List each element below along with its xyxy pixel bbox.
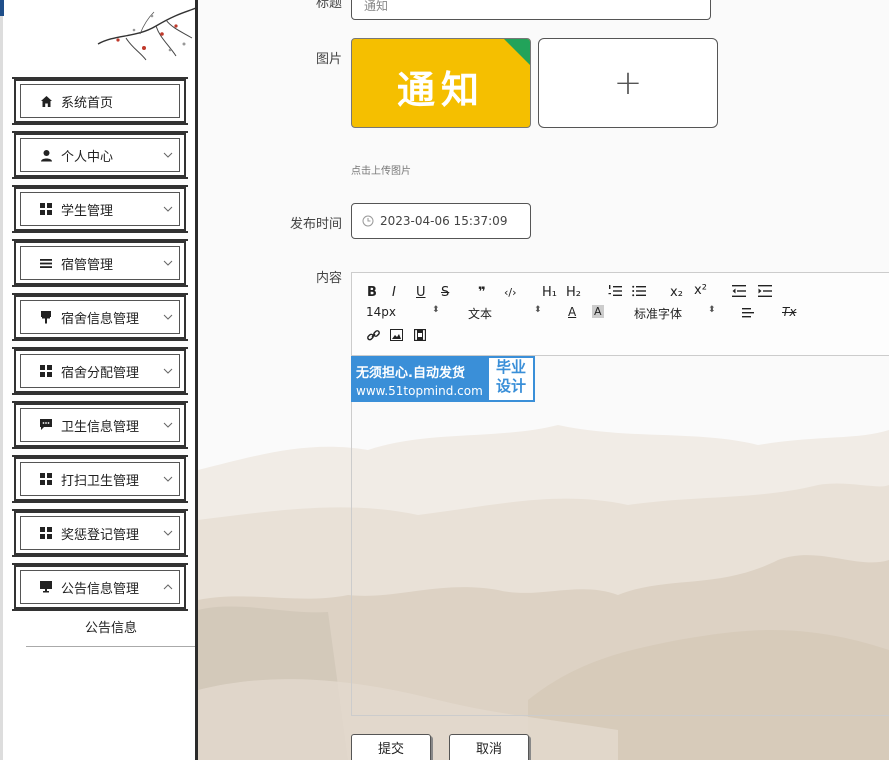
background-color-icon[interactable]: A <box>592 305 604 318</box>
window-edge <box>0 16 3 760</box>
chevron-down-icon <box>163 204 173 214</box>
main-content: 标题 通知 图片 通知 + 点击上传图片 发布时间 2023-04-06 15:… <box>198 0 889 760</box>
text-style-select[interactable]: 文本 <box>468 305 492 322</box>
thumbnail-text: 通知 <box>396 67 485 112</box>
submenu-item-announcement-info[interactable]: 公告信息 <box>26 612 196 647</box>
publish-time-picker[interactable]: 2023-04-06 15:37:09 <box>351 203 531 239</box>
thumbnail-corner-badge <box>504 39 530 65</box>
grid-icon <box>39 526 53 540</box>
banner-badge-line1: 毕业 <box>495 358 526 376</box>
uploaded-image-thumbnail[interactable]: 通知 <box>351 38 531 128</box>
clear-format-button[interactable]: Tx <box>782 305 796 319</box>
image-upload-button[interactable]: + <box>538 38 718 128</box>
sidebar-item-dorm-info[interactable]: 宿舍信息管理 <box>12 293 188 341</box>
sidebar-item-cleaning[interactable]: 打扫卫生管理 <box>12 455 188 503</box>
sidebar-item-label: 奖惩登记管理 <box>61 527 140 543</box>
home-icon <box>39 94 53 108</box>
sidebar: 系统首页 个人中心 学生管理 宿管管理 宿舍信息管理 宿舍分配管理 卫生信息管理… <box>4 0 196 760</box>
bullet-list-icon[interactable] <box>632 285 646 301</box>
chat-icon <box>39 418 53 432</box>
indent-icon[interactable] <box>758 285 772 301</box>
chevron-down-icon <box>163 420 173 430</box>
sidebar-item-dorm-managers[interactable]: 宿管管理 <box>12 239 188 287</box>
grid-icon <box>39 472 53 486</box>
title-label: 标题 <box>315 0 342 11</box>
sidebar-item-label: 宿管管理 <box>61 257 114 273</box>
publish-time-label: 发布时间 <box>289 217 342 232</box>
sidebar-item-label: 卫生信息管理 <box>61 419 140 435</box>
font-color-icon[interactable]: A <box>568 305 576 319</box>
sidebar-item-home[interactable]: 系统首页 <box>12 77 188 125</box>
sidebar-item-personal[interactable]: 个人中心 <box>12 131 188 179</box>
upload-hint: 点击上传图片 <box>351 166 411 177</box>
outdent-icon[interactable] <box>732 285 746 301</box>
sidebar-item-label: 打扫卫生管理 <box>61 473 140 489</box>
sidebar-item-label: 学生管理 <box>61 203 114 219</box>
image-label: 图片 <box>315 52 342 67</box>
font-size-select[interactable]: 14px <box>366 305 396 319</box>
editor-toolbar: B I U S ❞ ‹/› H₁ H₂ x₂ x² 14px ⬍ 文本 ⬍ A … <box>352 273 889 356</box>
sidebar-item-students[interactable]: 学生管理 <box>12 185 188 233</box>
superscript-button[interactable]: x² <box>694 283 707 298</box>
grid-icon <box>39 202 53 216</box>
sidebar-item-label: 公告信息管理 <box>61 581 140 597</box>
brush-icon <box>39 310 53 324</box>
blockquote-button[interactable]: ❞ <box>478 285 486 300</box>
chevron-down-icon <box>163 474 173 484</box>
subscript-button[interactable]: x₂ <box>670 285 683 300</box>
bold-button[interactable]: B <box>367 285 377 300</box>
link-icon[interactable] <box>367 329 380 346</box>
chevron-down-icon <box>163 366 173 376</box>
strike-button[interactable]: S <box>441 285 449 300</box>
ordered-list-icon[interactable] <box>608 285 622 301</box>
banner-badge: 毕业 设计 <box>489 358 533 400</box>
code-block-button[interactable]: ‹/› <box>504 286 517 299</box>
banner-line1: 无须担心.自动发货 <box>356 366 465 381</box>
chevron-down-icon <box>163 258 173 268</box>
list-icon <box>39 256 53 270</box>
italic-button[interactable]: I <box>392 285 396 300</box>
select-arrows-icon: ⬍ <box>432 305 440 315</box>
cancel-button[interactable]: 取消 <box>449 734 529 760</box>
monitor-icon <box>39 580 53 594</box>
sidebar-item-rewards[interactable]: 奖惩登记管理 <box>12 509 188 557</box>
sidebar-item-hygiene-info[interactable]: 卫生信息管理 <box>12 401 188 449</box>
chevron-down-icon <box>163 150 173 160</box>
banner-badge-line2: 设计 <box>495 377 526 395</box>
publish-time-value: 2023-04-06 15:37:09 <box>380 214 508 228</box>
submit-button[interactable]: 提交 <box>351 734 431 760</box>
plus-icon: + <box>613 63 643 103</box>
underline-button[interactable]: U <box>416 285 426 300</box>
select-arrows-icon: ⬍ <box>534 305 542 315</box>
clock-icon <box>362 215 374 227</box>
banner-line2: www.51topmind.com <box>356 384 483 398</box>
sidebar-item-dorm-allocation[interactable]: 宿舍分配管理 <box>12 347 188 395</box>
grid-icon <box>39 364 53 378</box>
user-icon <box>39 148 53 162</box>
chevron-up-icon <box>163 582 173 592</box>
h2-button[interactable]: H₂ <box>566 285 581 300</box>
rich-text-editor: B I U S ❞ ‹/› H₁ H₂ x₂ x² 14px ⬍ 文本 ⬍ A … <box>351 272 889 716</box>
chevron-down-icon <box>163 528 173 538</box>
content-label: 内容 <box>315 271 342 286</box>
chevron-down-icon <box>163 312 173 322</box>
video-insert-icon[interactable] <box>413 328 427 345</box>
sidebar-item-label: 宿舍分配管理 <box>61 365 140 381</box>
align-icon[interactable] <box>742 307 754 322</box>
h1-button[interactable]: H₁ <box>542 285 557 300</box>
plum-branch-decoration <box>97 7 196 61</box>
select-arrows-icon: ⬍ <box>708 305 716 315</box>
font-family-select[interactable]: 标准字体 <box>634 305 682 322</box>
watermark-banner: 无须担心.自动发货 www.51topmind.com 毕业 设计 <box>351 356 535 402</box>
sidebar-item-announcements[interactable]: 公告信息管理 <box>12 563 188 611</box>
image-insert-icon[interactable] <box>390 329 403 345</box>
sidebar-item-label: 系统首页 <box>61 95 114 111</box>
title-input-value: 通知 <box>364 0 389 13</box>
sidebar-item-label: 宿舍信息管理 <box>61 311 140 327</box>
title-input[interactable]: 通知 <box>351 0 711 20</box>
sidebar-item-label: 个人中心 <box>61 149 114 165</box>
